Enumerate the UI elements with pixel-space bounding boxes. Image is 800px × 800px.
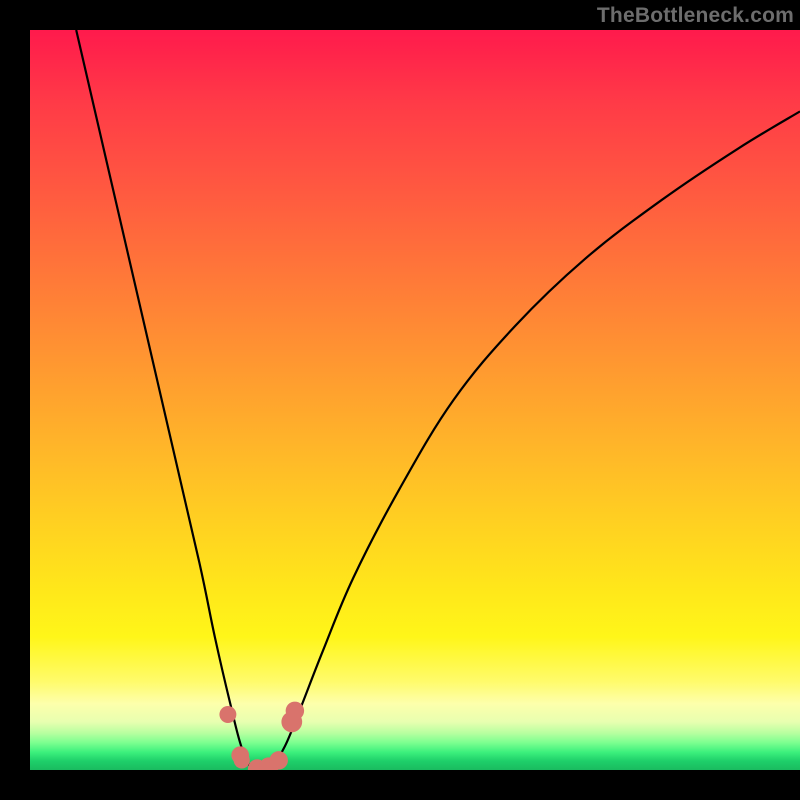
data-point-marker [234,752,250,768]
curve-path [76,30,800,770]
data-point-marker [286,702,304,720]
data-point-marker [269,751,287,769]
chart-frame: TheBottleneck.com [0,0,800,800]
bottleneck-curve [76,30,800,770]
plot-area [30,30,800,770]
data-point-markers [219,702,304,770]
data-point-marker [219,706,236,723]
bottleneck-curve-svg [30,30,800,770]
attribution-watermark: TheBottleneck.com [597,4,794,28]
